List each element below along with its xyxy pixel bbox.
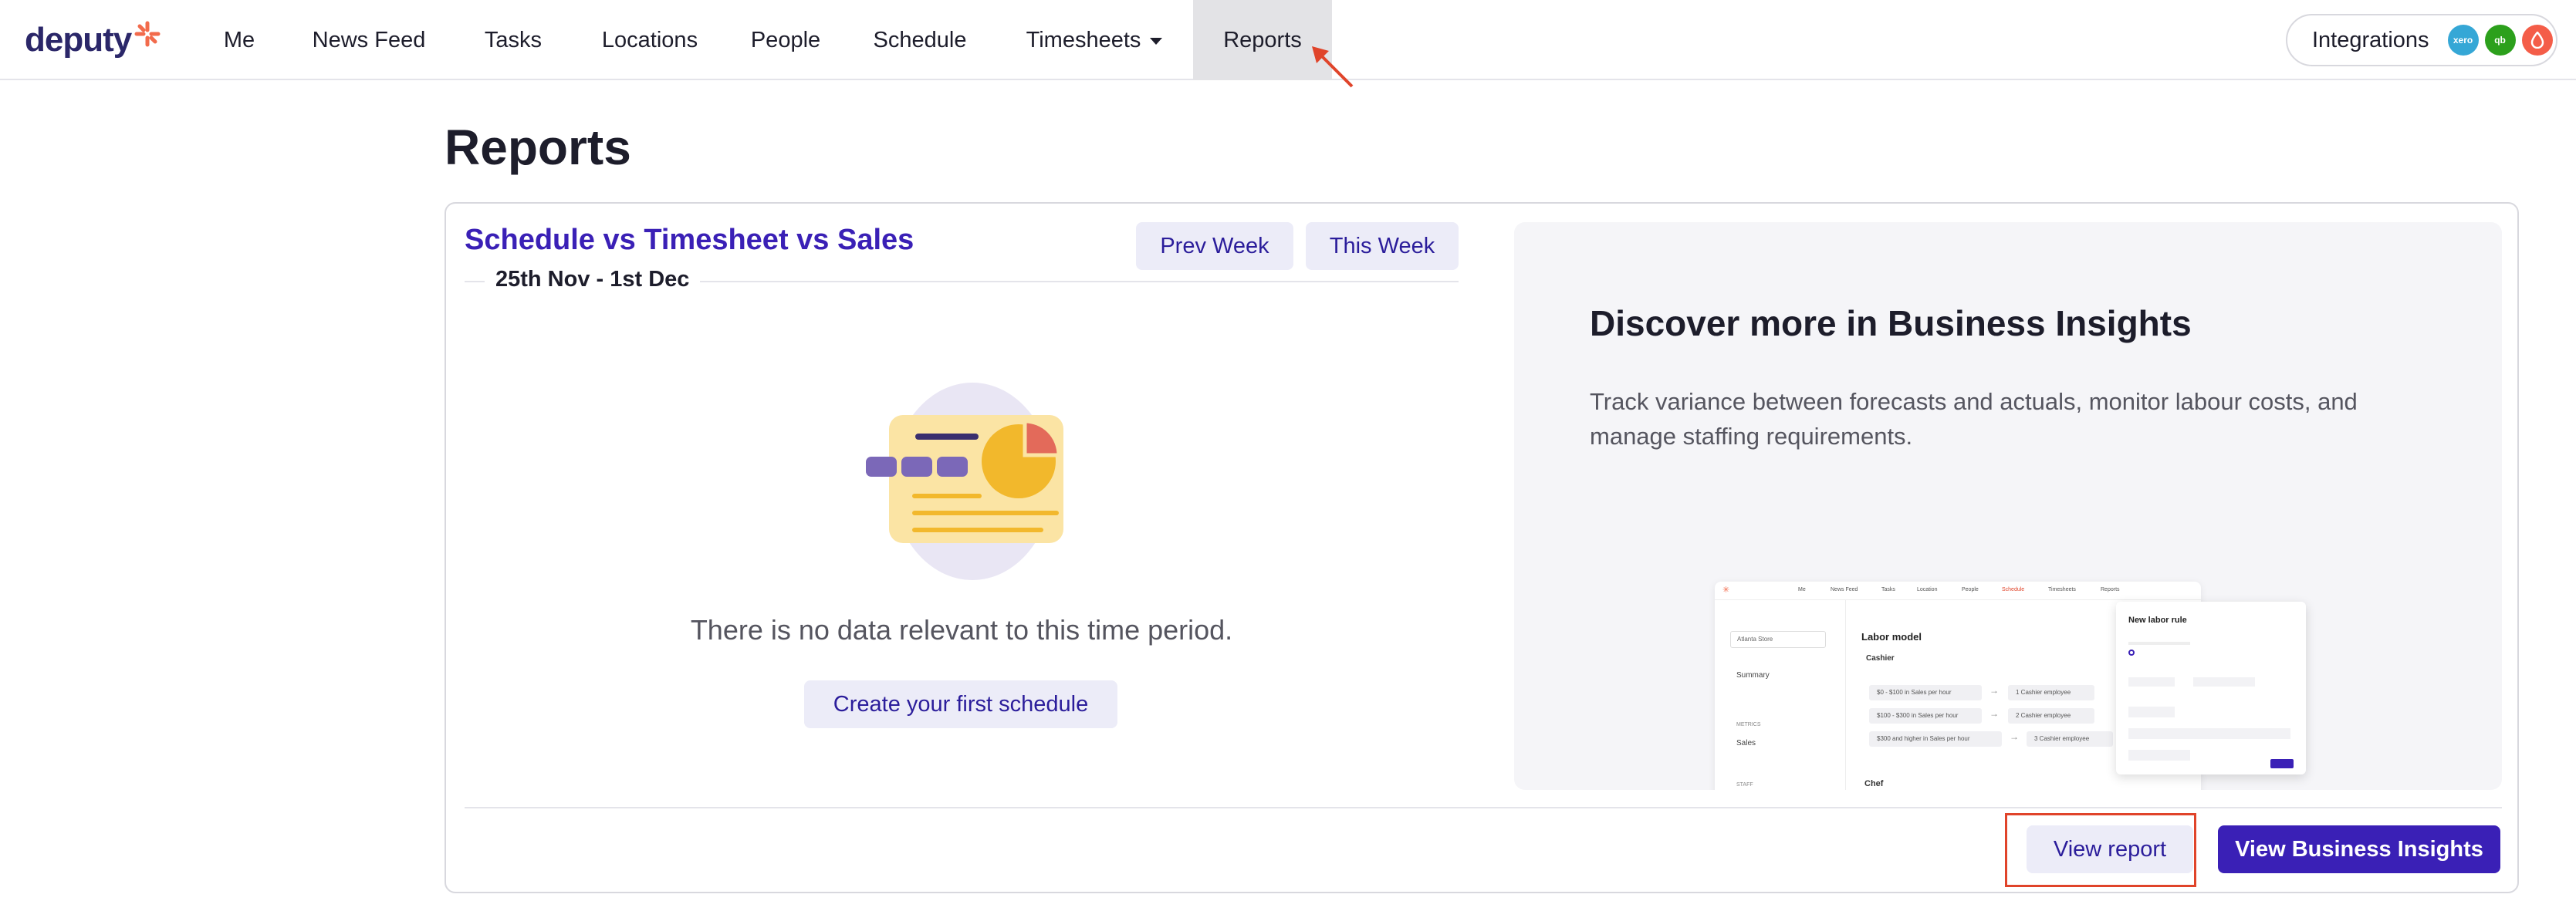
empty-report-illustration xyxy=(866,383,1063,580)
integrations-label: Integrations xyxy=(2312,27,2429,52)
preview-nav-item: Schedule xyxy=(2002,587,2025,592)
view-report-button[interactable]: View report xyxy=(2027,825,2193,873)
preview-summary: Summary xyxy=(1736,671,1770,680)
preview-modal-save xyxy=(2270,759,2294,768)
preview-modal-line xyxy=(2128,642,2190,645)
preview-role: Cashier xyxy=(1866,654,1895,663)
insights-description: Track variance between forecasts and act… xyxy=(1590,388,2358,450)
preview-staff-heading: STAFF xyxy=(1736,782,1753,788)
integration-logos: xero qb xyxy=(2442,25,2553,56)
preview-modal-field xyxy=(2128,677,2175,687)
preview-modal-field xyxy=(2128,728,2290,739)
preview-logo-icon: ✳ xyxy=(1722,585,1730,595)
preview-nav: ✳ Me News Feed Tasks Location People Sch… xyxy=(1715,582,2201,600)
preview-nav-item: Reports xyxy=(2101,587,2120,592)
preview-modal-title: New labor rule xyxy=(2128,616,2187,625)
preview-nav-item: Tasks xyxy=(1881,587,1895,592)
preview-nav-item: Timesheets xyxy=(2048,587,2076,592)
page-title: Reports xyxy=(445,120,631,175)
preview-rule-result: 2 Cashier employee xyxy=(2008,708,2094,724)
logo-star-icon xyxy=(134,21,161,47)
nav-item-timesheets[interactable]: Timesheets xyxy=(1009,0,1179,80)
empty-state-message: There is no data relevant to this time p… xyxy=(690,614,1233,646)
xero-icon: xero xyxy=(2447,25,2479,56)
deputy-logo[interactable]: deputy xyxy=(25,17,161,63)
nav-item-people[interactable]: People xyxy=(735,0,837,80)
preview-store-select: Atlanta Store xyxy=(1730,631,1826,648)
preview-rule-condition: $300 and higher in Sales per hour xyxy=(1869,731,2002,747)
report-card: Schedule vs Timesheet vs Sales Prev Week… xyxy=(445,202,2519,893)
preview-rule-condition: $0 - $100 in Sales per hour xyxy=(1869,685,1982,700)
nav-item-tasks[interactable]: Tasks xyxy=(463,0,563,80)
preview-sidebar: Atlanta Store Summary METRICS Sales STAF… xyxy=(1715,600,1846,790)
preview-rule-result: 3 Cashier employee xyxy=(2027,731,2113,747)
create-schedule-button[interactable]: Create your first schedule xyxy=(804,680,1117,728)
preview-role: Chef xyxy=(1864,779,1884,788)
this-week-button[interactable]: This Week xyxy=(1306,222,1459,270)
nav-item-me[interactable]: Me xyxy=(202,0,276,80)
prev-week-button[interactable]: Prev Week xyxy=(1136,222,1293,270)
nav-item-news-feed[interactable]: News Feed xyxy=(298,0,440,80)
preview-metrics-heading: METRICS xyxy=(1736,722,1761,727)
insights-title: Discover more in Business Insights xyxy=(1590,303,2192,343)
preview-nav-item: Me xyxy=(1798,587,1806,592)
nav-item-schedule[interactable]: Schedule xyxy=(857,0,983,80)
card-footer-divider xyxy=(465,807,2502,808)
radio-icon xyxy=(2128,650,2135,656)
preview-heading: Labor model xyxy=(1861,631,1922,643)
preview-rule-condition: $100 - $300 in Sales per hour xyxy=(1869,708,1982,724)
preview-nav-item: Location xyxy=(1917,587,1938,592)
preview-modal-field xyxy=(2128,750,2190,761)
preview-sales: Sales xyxy=(1736,739,1756,747)
nav-item-locations[interactable]: Locations xyxy=(583,0,716,80)
logo-wordmark: deputy xyxy=(25,21,132,59)
preview-modal-field xyxy=(2128,707,2175,717)
date-range: 25th Nov - 1st Dec xyxy=(485,267,701,292)
top-nav-bar: deputy Me News Feed Tasks Locations Peop… xyxy=(0,0,2576,80)
insights-preview-image: ✳ Me News Feed Tasks Location People Sch… xyxy=(1715,582,2306,790)
quickbooks-icon: qb xyxy=(2484,25,2516,56)
arrow-right-icon: → xyxy=(1989,685,1999,696)
pointer-arrow-icon xyxy=(1312,46,1354,88)
integrations-button[interactable]: Integrations xero qb xyxy=(2286,14,2557,66)
preview-nav-item: News Feed xyxy=(1831,587,1858,592)
arrow-right-icon: → xyxy=(1989,708,1999,719)
report-title[interactable]: Schedule vs Timesheet vs Sales xyxy=(465,224,914,257)
business-insights-panel: Discover more in Business Insights Track… xyxy=(1514,222,2502,790)
view-business-insights-button[interactable]: View Business Insights xyxy=(2218,825,2500,873)
preview-nav-item: People xyxy=(1962,587,1979,592)
preview-modal-field xyxy=(2193,677,2255,687)
arrow-right-icon: → xyxy=(2010,731,2019,742)
preview-rule-result: 1 Cashier employee xyxy=(2008,685,2094,700)
preview-modal: New labor rule xyxy=(2116,602,2306,774)
gusto-icon xyxy=(2521,25,2553,56)
chevron-down-icon xyxy=(1150,37,1163,45)
